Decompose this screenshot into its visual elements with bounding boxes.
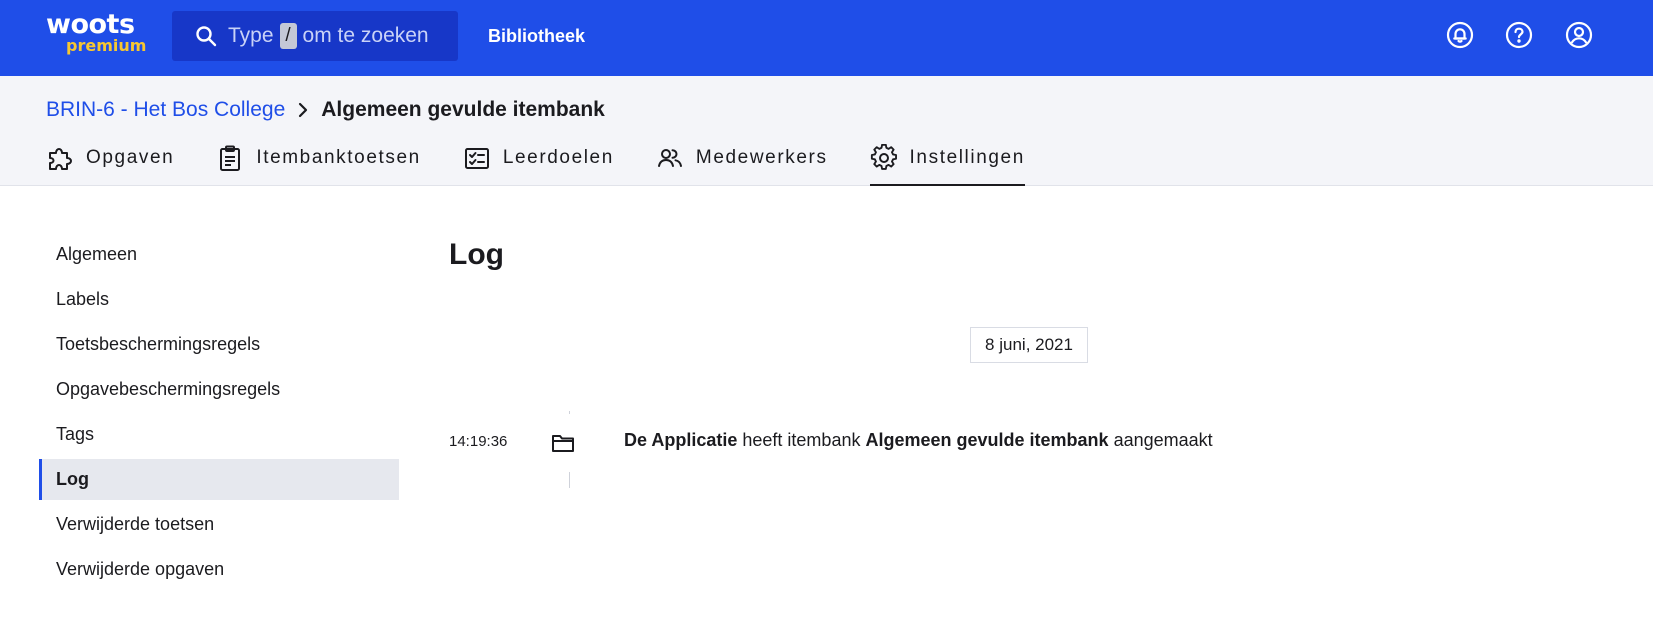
sidebar-item-tags[interactable]: Tags bbox=[39, 414, 399, 455]
tab-label: Leerdoelen bbox=[502, 147, 614, 168]
gear-icon bbox=[870, 144, 897, 170]
search-icon bbox=[196, 26, 217, 47]
log-entry-actor: De Applicatie bbox=[624, 430, 738, 450]
log-entry-action: heeft itembank bbox=[742, 430, 861, 450]
tab-opgaven[interactable]: Opgaven bbox=[46, 144, 174, 186]
page-header: BRIN-6 - Het Bos College Algemeen gevuld… bbox=[0, 76, 1653, 186]
timeline-connector bbox=[569, 411, 570, 414]
search-prefix: Type bbox=[228, 24, 274, 47]
breadcrumb-current: Algemeen gevulde itembank bbox=[321, 98, 605, 121]
sidebar-item-verwijderde-toetsen[interactable]: Verwijderde toetsen bbox=[39, 504, 399, 545]
breadcrumb-parent-link[interactable]: BRIN-6 - Het Bos College bbox=[46, 98, 285, 122]
sidebar-item-labels[interactable]: Labels bbox=[39, 279, 399, 320]
tab-label: Opgaven bbox=[86, 147, 175, 168]
checklist-icon bbox=[464, 148, 489, 169]
tab-itembanktoetsen[interactable]: Itembanktoetsen bbox=[216, 144, 420, 186]
logo-tier: premium bbox=[66, 36, 147, 55]
sidebar-item-algemeen[interactable]: Algemeen bbox=[39, 234, 399, 275]
tab-bar: Opgaven Itembanktoetsen Leerdoelen Medew… bbox=[46, 144, 1067, 186]
page-title: Log bbox=[449, 238, 504, 271]
tab-instellingen[interactable]: Instellingen bbox=[869, 144, 1026, 186]
settings-sidebar: Algemeen Labels Toetsbeschermingsregels … bbox=[39, 234, 399, 594]
help-icon[interactable] bbox=[1504, 20, 1534, 50]
people-icon bbox=[657, 149, 682, 167]
search-placeholder: Type / om te zoeken bbox=[228, 23, 429, 49]
sidebar-item-verwijderde-opgaven[interactable]: Verwijderde opgaven bbox=[39, 549, 399, 590]
log-entry-time: 14:19:36 bbox=[449, 433, 508, 450]
tab-leerdoelen[interactable]: Leerdoelen bbox=[463, 144, 614, 186]
log-entry-verb: aangemaakt bbox=[1113, 430, 1213, 450]
puzzle-icon bbox=[49, 148, 72, 170]
account-icon[interactable] bbox=[1564, 20, 1594, 50]
log-entry-message: De Applicatie heeft itembank Algemeen ge… bbox=[624, 430, 1213, 451]
search-suffix: om te zoeken bbox=[302, 24, 429, 47]
folder-icon bbox=[551, 432, 575, 454]
top-bar: woots premium Type / om te zoeken Biblio… bbox=[0, 0, 1653, 76]
breadcrumb: BRIN-6 - Het Bos College Algemeen gevuld… bbox=[46, 98, 605, 122]
tab-medewerkers[interactable]: Medewerkers bbox=[656, 144, 828, 186]
log-entry-object[interactable]: Algemeen gevulde itembank bbox=[865, 430, 1108, 450]
nav-library-link[interactable]: Bibliotheek bbox=[488, 26, 585, 47]
woots-logo[interactable]: woots premium bbox=[46, 10, 146, 58]
sidebar-item-opgavebeschermingsregels[interactable]: Opgavebeschermingsregels bbox=[39, 369, 399, 410]
tab-label: Instellingen bbox=[909, 147, 1025, 168]
tab-label: Itembanktoetsen bbox=[256, 147, 421, 168]
sidebar-item-log[interactable]: Log bbox=[39, 459, 399, 500]
search-shortcut-key: / bbox=[279, 23, 297, 49]
log-date-badge: 8 juni, 2021 bbox=[970, 327, 1088, 363]
clipboard-icon bbox=[220, 145, 241, 171]
notification-bell-icon[interactable] bbox=[1445, 20, 1475, 50]
chevron-right-icon bbox=[297, 102, 309, 118]
sidebar-item-toetsbeschermingsregels[interactable]: Toetsbeschermingsregels bbox=[39, 324, 399, 365]
search-bar[interactable]: Type / om te zoeken bbox=[172, 11, 458, 61]
tab-label: Medewerkers bbox=[695, 147, 828, 168]
timeline-connector bbox=[569, 472, 570, 488]
